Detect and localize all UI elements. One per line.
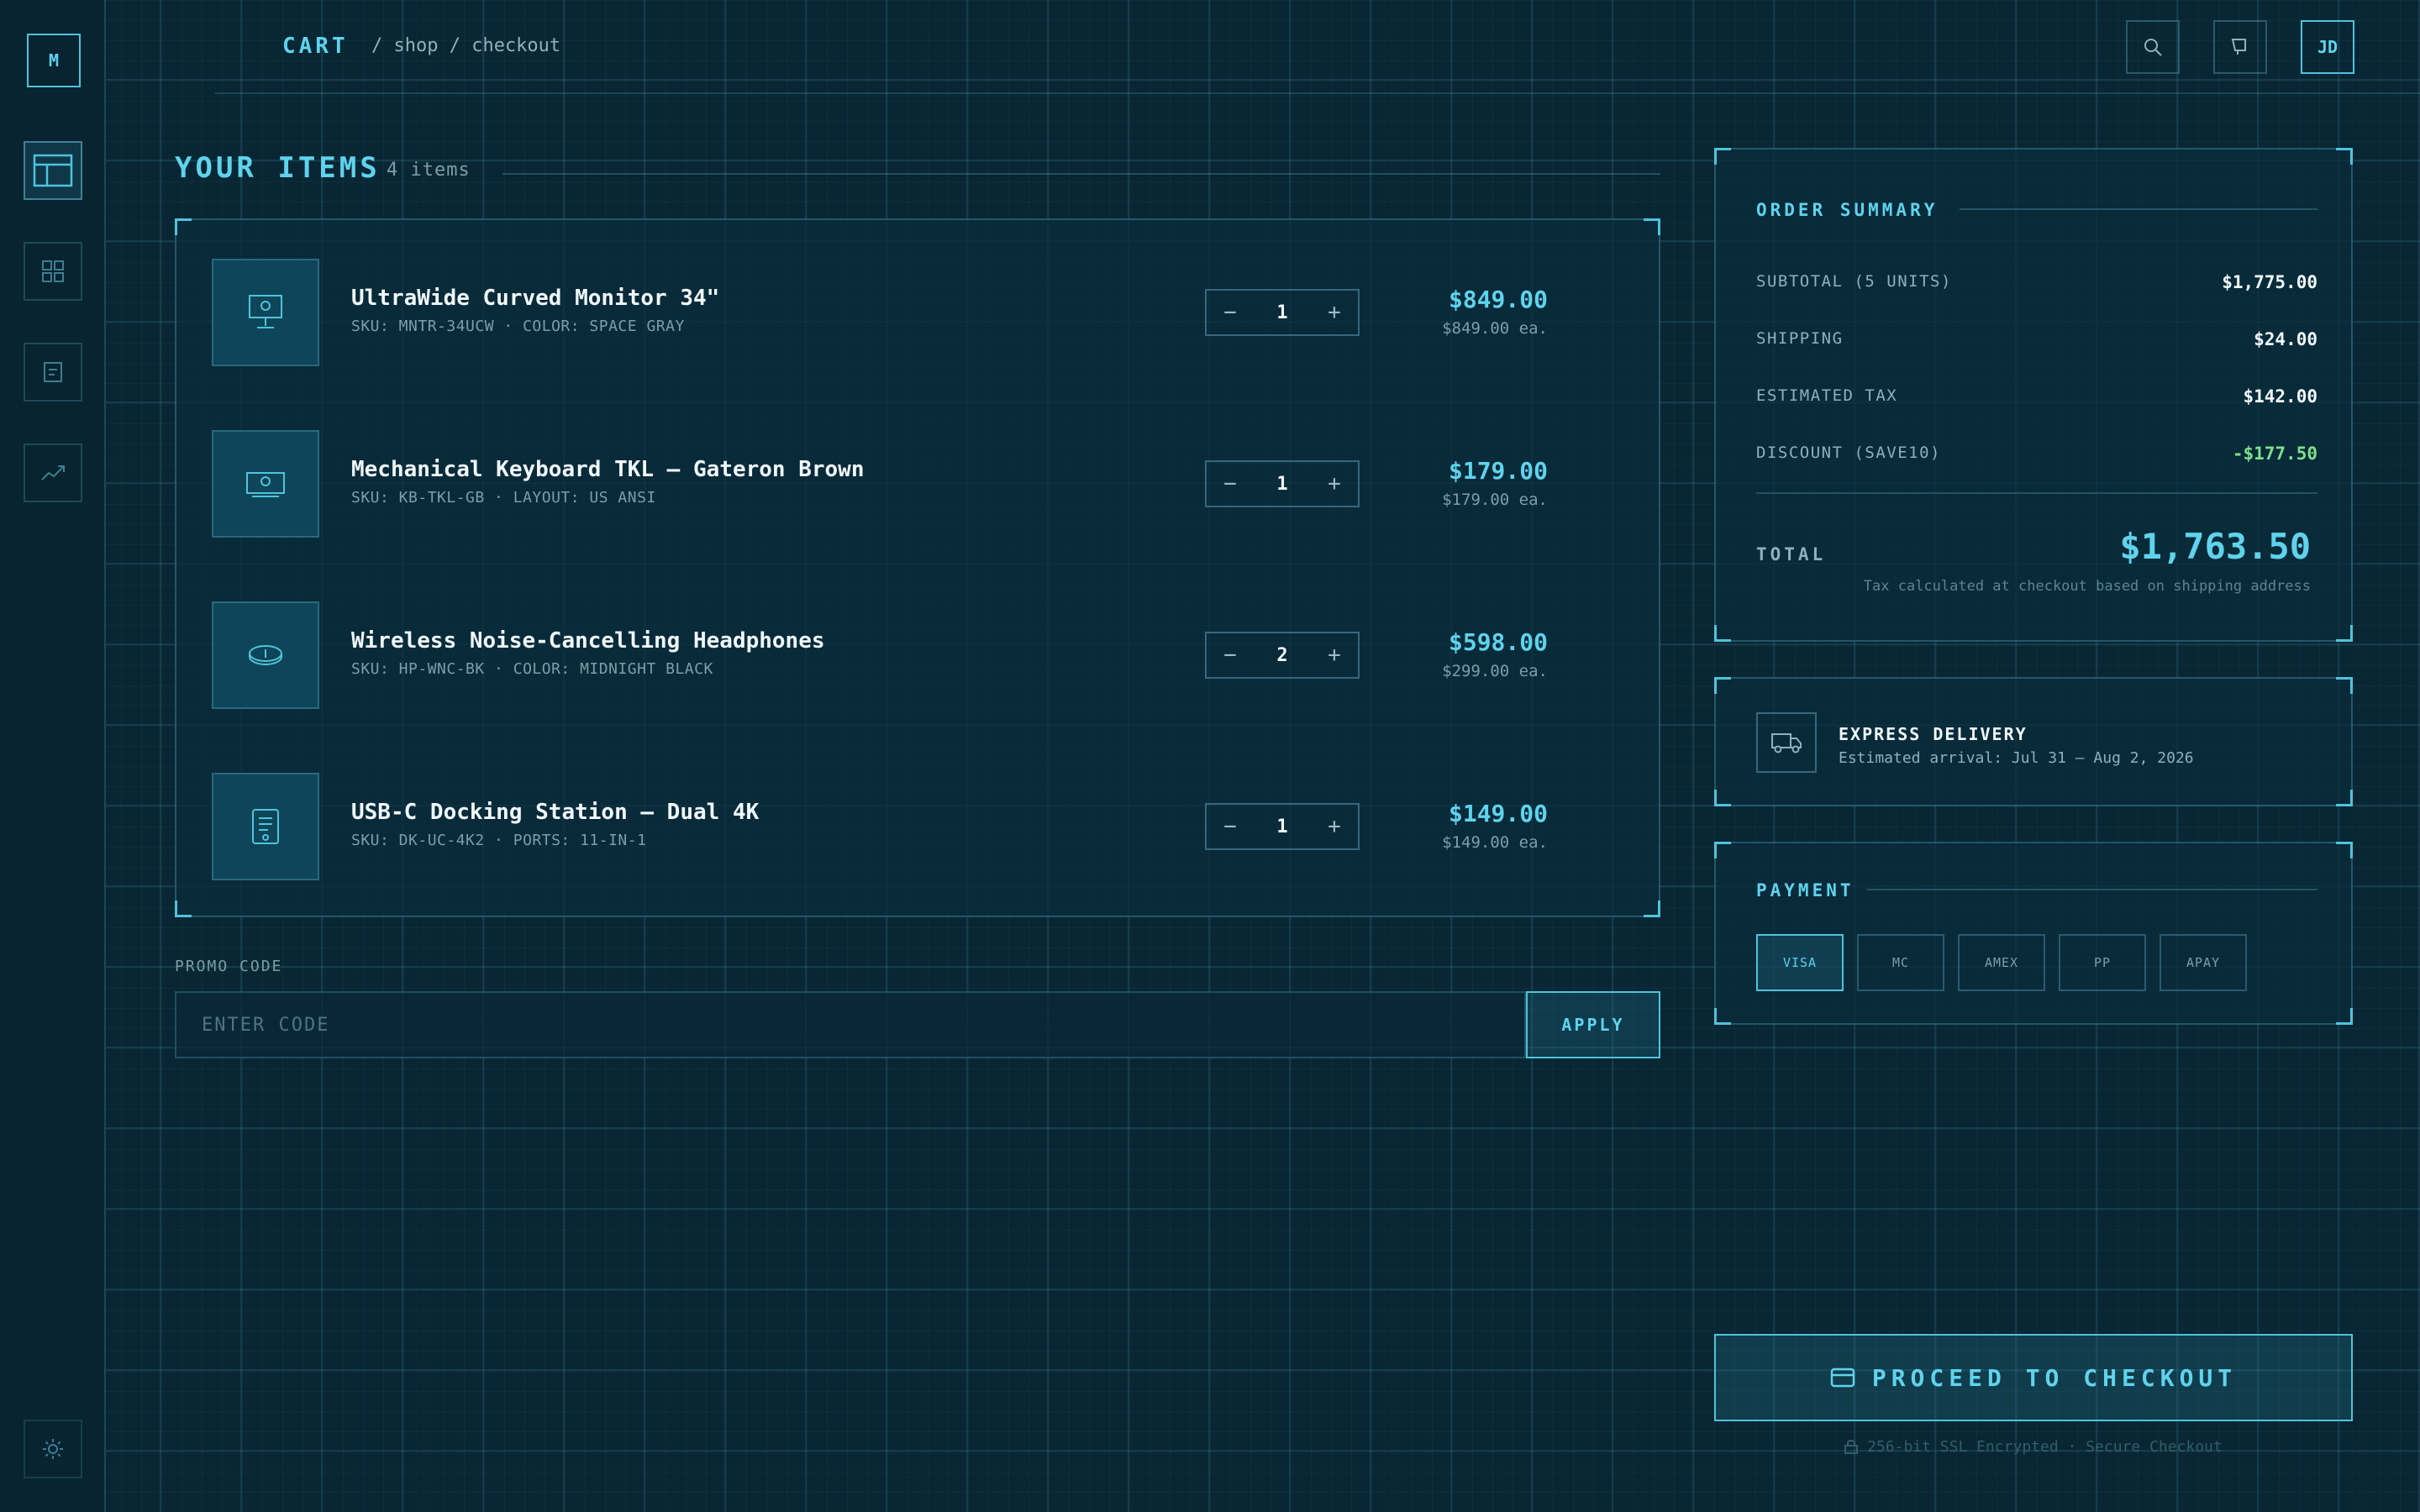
sidebar-layout-button[interactable] xyxy=(24,141,82,200)
item-name[interactable]: Wireless Noise-Cancelling Headphones xyxy=(351,628,825,654)
theme-toggle-button[interactable] xyxy=(24,1420,82,1478)
sidebar-grid-button[interactable] xyxy=(24,242,82,301)
payment-panel: PAYMENT VISA MC AMEX PP APAY xyxy=(1714,842,2353,1025)
delivery-title: EXPRESS DELIVERY xyxy=(1839,724,2028,744)
discount-value: -$177.50 xyxy=(2232,444,2317,464)
decrease-button[interactable]: − xyxy=(1207,471,1254,496)
payment-option-pp[interactable]: PP xyxy=(2059,934,2146,991)
item-meta: SKU: MNTR-34UCW · COLOR: SPACE GRAY xyxy=(351,318,685,335)
item-meta: SKU: DK-UC-4K2 · PORTS: 11-IN-1 xyxy=(351,832,647,849)
logo[interactable]: M xyxy=(27,34,81,87)
payment-option-mc[interactable]: MC xyxy=(1857,934,1944,991)
divider xyxy=(502,173,1660,175)
sidebar: M xyxy=(0,0,106,1512)
checkout-label: PROCEED TO CHECKOUT xyxy=(1871,1363,2238,1392)
item-unit-price: $849.00 ea. xyxy=(1442,319,1548,338)
apply-promo-button[interactable]: APPLY xyxy=(1526,991,1660,1058)
product-thumbnail[interactable] xyxy=(212,601,319,709)
payment-option-amex[interactable]: AMEX xyxy=(1958,934,2045,991)
secure-text: 256-bit SSL Encrypted · Secure Checkout xyxy=(1867,1438,2223,1456)
cart-icon xyxy=(2231,39,2246,55)
headphones-icon xyxy=(249,645,282,666)
dock-icon xyxy=(252,809,279,844)
trend-icon xyxy=(41,465,65,480)
cart-item: Mechanical Keyboard TKL — Gateron Brown … xyxy=(212,430,1640,539)
search-button[interactable] xyxy=(2126,20,2180,74)
payment-option-apay[interactable]: APAY xyxy=(2160,934,2247,991)
item-meta: SKU: HP-WNC-BK · COLOR: MIDNIGHT BLACK xyxy=(351,660,713,678)
cart-items-panel: UltraWide Curved Monitor 34" SKU: MNTR-3… xyxy=(175,218,1660,917)
order-summary-panel: ORDER SUMMARY SUBTOTAL (5 UNITS) $1,775.… xyxy=(1714,148,2353,642)
monitor-icon xyxy=(249,295,282,328)
product-thumbnail[interactable] xyxy=(212,773,319,880)
grid-icon xyxy=(42,260,64,282)
cart-item: USB-C Docking Station — Dual 4K SKU: DK-… xyxy=(212,773,1640,882)
truck-icon xyxy=(1771,733,1802,753)
item-total-price: $849.00 xyxy=(1448,286,1548,313)
decrease-button[interactable]: − xyxy=(1207,300,1254,325)
sidebar-document-button[interactable] xyxy=(24,343,82,402)
sun-icon xyxy=(43,1439,63,1459)
summary-row-discount: DISCOUNT (SAVE10) -$177.50 xyxy=(1756,444,2317,469)
payment-title: PAYMENT xyxy=(1756,880,1854,900)
item-total-price: $598.00 xyxy=(1448,628,1548,656)
summary-row-tax: ESTIMATED TAX $142.00 xyxy=(1756,386,2317,412)
proceed-to-checkout-button[interactable]: PROCEED TO CHECKOUT xyxy=(1714,1334,2353,1421)
summary-label: SUBTOTAL (5 UNITS) xyxy=(1756,272,1952,291)
decrease-button[interactable]: − xyxy=(1207,643,1254,668)
item-name[interactable]: USB-C Docking Station — Dual 4K xyxy=(351,800,759,825)
total-value: $1,763.50 xyxy=(2119,526,2311,567)
item-unit-price: $299.00 ea. xyxy=(1442,662,1548,680)
summary-row-shipping: SHIPPING $24.00 xyxy=(1756,329,2317,354)
summary-value: $24.00 xyxy=(2254,329,2317,349)
decrease-button[interactable]: − xyxy=(1207,814,1254,839)
document-icon xyxy=(44,362,62,382)
page-title: CART xyxy=(282,34,349,59)
summary-label: DISCOUNT (SAVE10) xyxy=(1756,444,1941,462)
divider xyxy=(1756,492,2317,494)
summary-title: ORDER SUMMARY xyxy=(1756,200,1939,220)
item-meta: SKU: KB-TKL-GB · LAYOUT: US ANSI xyxy=(351,489,656,507)
avatar[interactable]: JD xyxy=(2301,20,2354,74)
payment-option-visa[interactable]: VISA xyxy=(1756,934,1844,991)
cart-item: UltraWide Curved Monitor 34" SKU: MNTR-3… xyxy=(212,259,1640,368)
cart-button[interactable] xyxy=(2213,20,2267,74)
keyboard-icon xyxy=(246,472,285,497)
search-icon xyxy=(2144,39,2162,56)
summary-value: $142.00 xyxy=(2243,386,2317,407)
product-thumbnail[interactable] xyxy=(212,430,319,538)
item-name[interactable]: UltraWide Curved Monitor 34" xyxy=(351,286,719,311)
lock-icon xyxy=(1844,1440,1859,1454)
cart-item: Wireless Noise-Cancelling Headphones SKU… xyxy=(212,601,1640,711)
promo-label: PROMO CODE xyxy=(175,958,283,975)
items-title: YOUR ITEMS xyxy=(175,151,381,185)
item-total-price: $149.00 xyxy=(1448,800,1548,827)
breadcrumb[interactable]: / shop / checkout xyxy=(371,35,560,56)
divider xyxy=(1867,889,2317,890)
secure-notice: 256-bit SSL Encrypted · Secure Checkout xyxy=(1714,1438,2353,1456)
tax-note: Tax calculated at checkout based on ship… xyxy=(1863,578,2311,595)
promo-code-input[interactable] xyxy=(175,991,1526,1058)
total-label: TOTAL xyxy=(1756,544,1827,564)
summary-label: ESTIMATED TAX xyxy=(1756,386,1898,405)
item-unit-price: $179.00 ea. xyxy=(1442,491,1548,509)
delivery-estimate: Estimated arrival: Jul 31 – Aug 2, 2026 xyxy=(1839,749,2194,767)
delivery-panel[interactable]: EXPRESS DELIVERY Estimated arrival: Jul … xyxy=(1714,677,2353,806)
product-thumbnail[interactable] xyxy=(212,259,319,366)
credit-card-icon xyxy=(1830,1368,1855,1388)
item-unit-price: $149.00 ea. xyxy=(1442,833,1548,852)
divider xyxy=(1960,208,2317,210)
item-name[interactable]: Mechanical Keyboard TKL — Gateron Brown xyxy=(351,457,864,482)
sidebar-analytics-button[interactable] xyxy=(24,444,82,502)
items-count: 4 items xyxy=(387,160,471,181)
summary-row-subtotal: SUBTOTAL (5 UNITS) $1,775.00 xyxy=(1756,272,2317,297)
summary-value: $1,775.00 xyxy=(2222,272,2317,292)
summary-label: SHIPPING xyxy=(1756,329,1844,348)
delivery-icon-box xyxy=(1756,712,1817,773)
item-total-price: $179.00 xyxy=(1448,457,1548,485)
layout-icon xyxy=(33,154,73,187)
top-bar: CART / shop / checkout JD xyxy=(215,0,2420,94)
